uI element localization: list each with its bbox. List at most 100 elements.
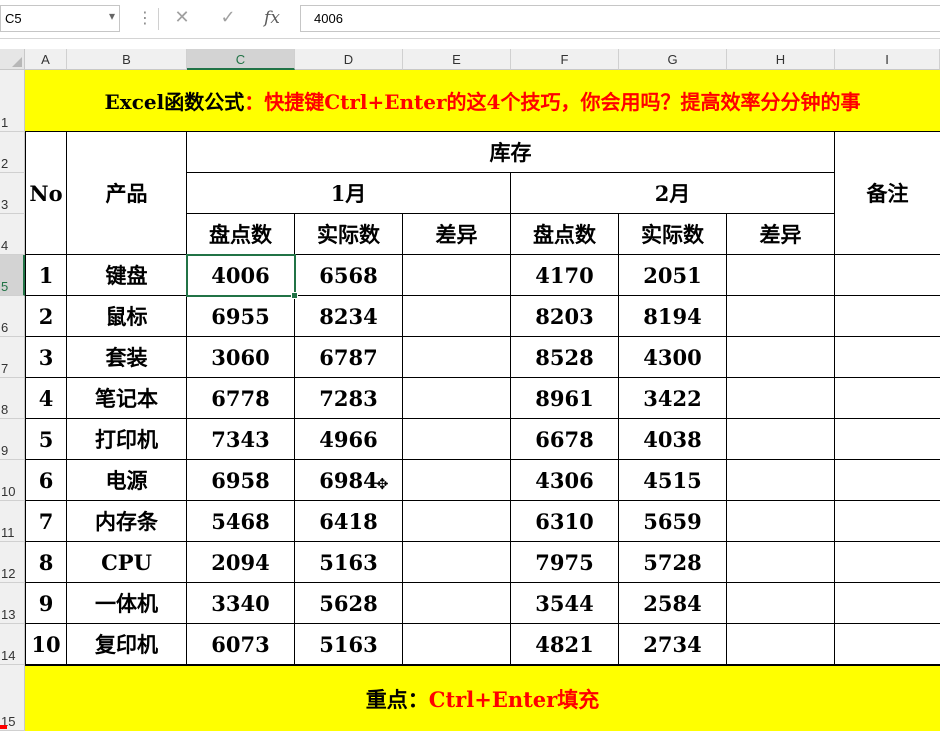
row-header-7[interactable]: 7 xyxy=(0,337,25,378)
confirm-icon[interactable]: ✓ xyxy=(214,6,242,30)
column-header-h[interactable]: H xyxy=(727,49,835,70)
cell-a2[interactable]: 5659 xyxy=(619,501,727,542)
row-header-4[interactable]: 4 xyxy=(0,214,25,255)
column-header-i[interactable]: I xyxy=(835,49,940,70)
header-m2-diff[interactable]: 差异 xyxy=(727,214,835,255)
cell-a2[interactable]: 2051 xyxy=(619,255,727,296)
header-m2-count[interactable]: 盘点数 xyxy=(511,214,619,255)
row-header-13[interactable]: 13 xyxy=(0,583,25,624)
sheet-grid[interactable]: Excel函数公式 ：快捷键Ctrl+Enter的这4个技巧，你会用吗？提高效率分… xyxy=(25,70,940,731)
cell-no[interactable]: 4 xyxy=(25,378,67,419)
cell-a1[interactable]: 8234 xyxy=(295,296,403,337)
select-all-button[interactable] xyxy=(0,49,25,70)
cell-m1-diff[interactable] xyxy=(403,419,511,460)
cell-c1[interactable]: 4006 xyxy=(187,255,295,296)
cell-no[interactable]: 10 xyxy=(25,624,67,665)
row-header-12[interactable]: 12 xyxy=(0,542,25,583)
cell-c1[interactable]: 3340 xyxy=(187,583,295,624)
cell-remark[interactable] xyxy=(835,378,940,419)
header-month2[interactable]: 2月 xyxy=(511,173,835,214)
column-header-d[interactable]: D xyxy=(295,49,403,70)
row-header-1[interactable]: 1 xyxy=(0,70,25,132)
cell-c1[interactable]: 6958 xyxy=(187,460,295,501)
cell-c1[interactable]: 3060 xyxy=(187,337,295,378)
cell-a1[interactable]: 6787 xyxy=(295,337,403,378)
cell-a2[interactable]: 2734 xyxy=(619,624,727,665)
cell-no[interactable]: 2 xyxy=(25,296,67,337)
cell-remark[interactable] xyxy=(835,337,940,378)
cell-m2-diff[interactable] xyxy=(727,419,835,460)
column-header-f[interactable]: F xyxy=(511,49,619,70)
cell-no[interactable]: 1 xyxy=(25,255,67,296)
cell-remark[interactable] xyxy=(835,255,940,296)
column-header-b[interactable]: B xyxy=(67,49,187,70)
row-header-10[interactable]: 10 xyxy=(0,460,25,501)
cell-c2[interactable]: 8203 xyxy=(511,296,619,337)
cell-c2[interactable]: 4170 xyxy=(511,255,619,296)
row-header-8[interactable]: 8 xyxy=(0,378,25,419)
cell-c2[interactable]: 4306 xyxy=(511,460,619,501)
column-header-c[interactable]: C xyxy=(187,49,295,70)
row-header-3[interactable]: 3 xyxy=(0,173,25,214)
cell-remark[interactable] xyxy=(835,501,940,542)
row-header-15[interactable]: 15 xyxy=(0,665,25,731)
formula-input[interactable]: 4006 xyxy=(300,5,940,32)
header-month1[interactable]: 1月 xyxy=(187,173,511,214)
cell-product[interactable]: 打印机 xyxy=(67,419,187,460)
row-header-2[interactable]: 2 xyxy=(0,132,25,173)
cell-a2[interactable]: 4038 xyxy=(619,419,727,460)
cell-m2-diff[interactable] xyxy=(727,583,835,624)
header-m1-diff[interactable]: 差异 xyxy=(403,214,511,255)
cell-remark[interactable] xyxy=(835,624,940,665)
cell-c1[interactable]: 6073 xyxy=(187,624,295,665)
cell-a1[interactable]: 6418 xyxy=(295,501,403,542)
cell-m1-diff[interactable] xyxy=(403,501,511,542)
header-product[interactable]: 产品 xyxy=(67,132,187,255)
cell-m1-diff[interactable] xyxy=(403,460,511,501)
cell-c1[interactable]: 6778 xyxy=(187,378,295,419)
cell-m2-diff[interactable] xyxy=(727,501,835,542)
header-no[interactable]: No xyxy=(25,132,67,255)
row-header-5[interactable]: 5 xyxy=(0,255,25,296)
cell-m2-diff[interactable] xyxy=(727,460,835,501)
cell-m2-diff[interactable] xyxy=(727,296,835,337)
column-header-a[interactable]: A xyxy=(25,49,67,70)
chevron-down-icon[interactable]: ▾ xyxy=(109,9,115,23)
cell-no[interactable]: 8 xyxy=(25,542,67,583)
cell-m1-diff[interactable] xyxy=(403,624,511,665)
cell-a2[interactable]: 3422 xyxy=(619,378,727,419)
cell-c1[interactable]: 2094 xyxy=(187,542,295,583)
cell-product[interactable]: 一体机 xyxy=(67,583,187,624)
cell-product[interactable]: 内存条 xyxy=(67,501,187,542)
cell-c2[interactable]: 7975 xyxy=(511,542,619,583)
cell-a1[interactable]: 7283 xyxy=(295,378,403,419)
cell-a1[interactable]: 4966 xyxy=(295,419,403,460)
cell-m1-diff[interactable] xyxy=(403,255,511,296)
row-header-6[interactable]: 6 xyxy=(0,296,25,337)
cell-remark[interactable] xyxy=(835,583,940,624)
header-m1-actual[interactable]: 实际数 xyxy=(295,214,403,255)
cell-c2[interactable]: 8528 xyxy=(511,337,619,378)
cell-c1[interactable]: 5468 xyxy=(187,501,295,542)
cell-product[interactable]: 笔记本 xyxy=(67,378,187,419)
cell-c2[interactable]: 6310 xyxy=(511,501,619,542)
title-cell[interactable]: Excel函数公式 ：快捷键Ctrl+Enter的这4个技巧，你会用吗？提高效率分… xyxy=(25,70,940,132)
cell-no[interactable]: 3 xyxy=(25,337,67,378)
cell-m2-diff[interactable] xyxy=(727,378,835,419)
cell-no[interactable]: 9 xyxy=(25,583,67,624)
column-header-e[interactable]: E xyxy=(403,49,511,70)
cell-a2[interactable]: 8194 xyxy=(619,296,727,337)
cell-no[interactable]: 5 xyxy=(25,419,67,460)
cell-product[interactable]: 套装 xyxy=(67,337,187,378)
cell-a1[interactable]: 5163 xyxy=(295,542,403,583)
header-remark[interactable]: 备注 xyxy=(835,132,940,255)
cell-c1[interactable]: 7343 xyxy=(187,419,295,460)
cell-remark[interactable] xyxy=(835,419,940,460)
cell-remark[interactable] xyxy=(835,296,940,337)
cell-a2[interactable]: 5728 xyxy=(619,542,727,583)
insert-function-icon[interactable]: fx xyxy=(258,6,286,30)
cell-c2[interactable]: 6678 xyxy=(511,419,619,460)
header-m2-actual[interactable]: 实际数 xyxy=(619,214,727,255)
cell-m1-diff[interactable] xyxy=(403,542,511,583)
cell-c2[interactable]: 3544 xyxy=(511,583,619,624)
